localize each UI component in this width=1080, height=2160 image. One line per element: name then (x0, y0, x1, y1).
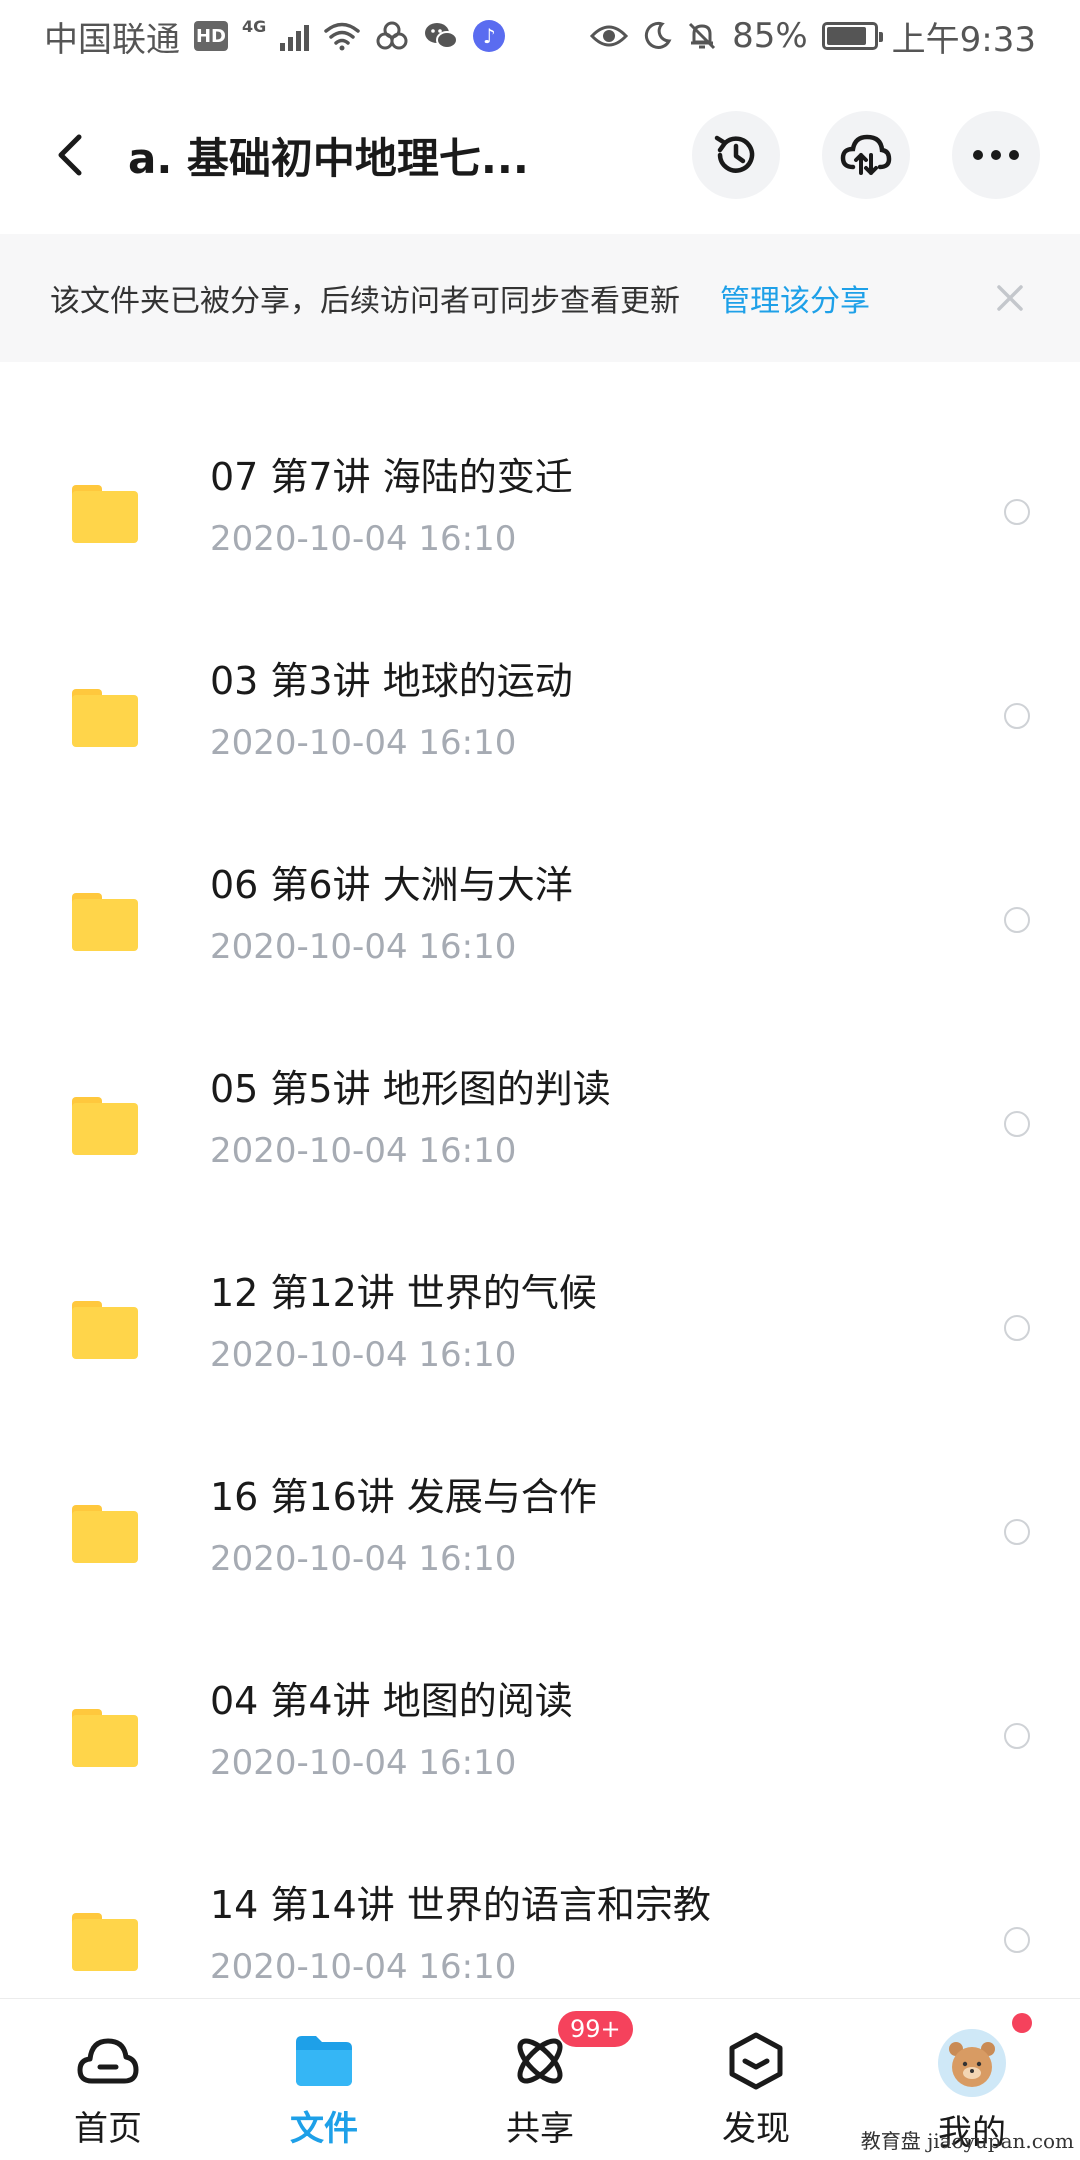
select-checkbox[interactable] (1004, 1315, 1030, 1341)
file-name: 16 第16讲 发展与合作 (210, 1474, 597, 1519)
folder-icon (72, 1505, 138, 1563)
file-row[interactable]: 16 第16讲 发展与合作 2020-10-04 16:10 (0, 1420, 1080, 1624)
file-name: 12 第12讲 世界的气候 (210, 1270, 597, 1315)
file-date: 2020-10-04 16:10 (210, 1334, 517, 1375)
folder-icon (72, 893, 138, 951)
select-checkbox[interactable] (1004, 907, 1030, 933)
cloud-sync-button[interactable] (822, 111, 910, 199)
battery-percent: 85% (732, 16, 808, 56)
nav-share[interactable]: 共享 99+ (432, 1999, 648, 2160)
file-name: 07 第7讲 海陆的变迁 (210, 454, 573, 499)
clock: 上午9:33 (891, 19, 1036, 60)
nav-home[interactable]: 首页 (0, 1999, 216, 2160)
file-list: 07 第7讲 海陆的变迁 2020-10-04 16:10 03 第3讲 地球的运… (0, 400, 1080, 2032)
music-icon: ♪ (473, 20, 506, 52)
wechat-icon (425, 23, 459, 49)
nav-discover[interactable]: 发现 (648, 1999, 864, 2160)
file-name: 05 第5讲 地形图的判读 (210, 1066, 611, 1111)
select-checkbox[interactable] (1004, 1519, 1030, 1545)
history-button[interactable] (692, 111, 780, 199)
nav-share-label: 共享 (506, 2109, 574, 2149)
nav-discover-label: 发现 (722, 2109, 790, 2149)
battery-icon (821, 22, 883, 50)
file-row[interactable]: 03 第3讲 地球的运动 2020-10-04 16:10 (0, 604, 1080, 808)
select-checkbox[interactable] (1004, 1111, 1030, 1137)
select-checkbox[interactable] (1004, 703, 1030, 729)
signal-icon (280, 21, 310, 51)
file-row[interactable]: 04 第4讲 地图的阅读 2020-10-04 16:10 (0, 1624, 1080, 1828)
file-date: 2020-10-04 16:10 (210, 518, 517, 559)
status-bar: 中国联通 HD 4G ♪ 85% 上午9:33 (0, 0, 1080, 72)
files-folder-icon (292, 2029, 356, 2093)
header-actions (692, 111, 1040, 199)
nav-files-label: 文件 (290, 2109, 358, 2149)
file-date: 2020-10-04 16:10 (210, 1946, 517, 1987)
bell-off-icon (689, 22, 716, 50)
share-notice-bar: 该文件夹已被分享，后续访问者可同步查看更新 管理该分享 (0, 234, 1080, 362)
watermark: 教育盘 jiaoyupan.com (860, 2129, 1074, 2153)
file-row[interactable]: 07 第7讲 海陆的变迁 2020-10-04 16:10 (0, 400, 1080, 604)
share-notice-text: 该文件夹已被分享，后续访问者可同步查看更新 (50, 284, 680, 319)
file-name: 06 第6讲 大洲与大洋 (210, 862, 573, 907)
eye-icon (590, 25, 629, 47)
file-date: 2020-10-04 16:10 (210, 722, 517, 763)
file-row[interactable]: 06 第6讲 大洲与大洋 2020-10-04 16:10 (0, 808, 1080, 1012)
folder-icon (72, 1913, 138, 1971)
home-cloud-icon (76, 2029, 140, 2093)
status-left: 中国联通 HD 4G ♪ (44, 12, 506, 61)
file-row[interactable]: 12 第12讲 世界的气候 2020-10-04 16:10 (0, 1216, 1080, 1420)
file-name: 04 第4讲 地图的阅读 (210, 1678, 573, 1723)
close-icon (997, 285, 1023, 311)
avatar (938, 2029, 1006, 2097)
select-checkbox[interactable] (1004, 1927, 1030, 1953)
file-name: 14 第14讲 世界的语言和宗教 (210, 1882, 711, 1927)
moon-icon (644, 21, 672, 49)
notification-dot (1012, 2013, 1032, 2033)
hd-icon: HD (194, 21, 228, 51)
network-type: 4G (242, 16, 267, 36)
back-icon (58, 134, 82, 176)
discover-cube-icon (724, 2029, 788, 2093)
file-date: 2020-10-04 16:10 (210, 1130, 517, 1171)
carrier-label: 中国联通 (44, 19, 180, 60)
link-icon (376, 21, 408, 50)
file-date: 2020-10-04 16:10 (210, 1742, 517, 1783)
wifi-icon (324, 22, 361, 51)
nav-home-label: 首页 (74, 2109, 142, 2149)
folder-icon (72, 1709, 138, 1767)
status-right: 85% 上午9:33 (590, 12, 1036, 61)
file-row[interactable]: 05 第5讲 地形图的判读 2020-10-04 16:10 (0, 1012, 1080, 1216)
more-button[interactable] (952, 111, 1040, 199)
close-notice-button[interactable] (990, 278, 1030, 318)
file-date: 2020-10-04 16:10 (210, 926, 517, 967)
folder-icon (72, 689, 138, 747)
nav-files[interactable]: 文件 (216, 1999, 432, 2160)
folder-icon (72, 1301, 138, 1359)
select-checkbox[interactable] (1004, 499, 1030, 525)
file-name: 03 第3讲 地球的运动 (210, 658, 573, 703)
cloud-sync-icon (840, 134, 892, 175)
back-button[interactable] (40, 125, 100, 185)
more-icon (973, 150, 1019, 160)
bottom-nav: 首页 文件 共享 99+ 发现 我的 教育盘 jiaoyupan.com (0, 1998, 1080, 2160)
page-title: a. 基础初中地理七... (128, 133, 529, 183)
folder-icon (72, 485, 138, 543)
top-header: a. 基础初中地理七... (0, 100, 1080, 210)
manage-share-link[interactable]: 管理该分享 (720, 276, 870, 320)
share-count-badge: 99+ (558, 2011, 633, 2047)
folder-icon (72, 1097, 138, 1155)
history-icon (714, 135, 755, 173)
file-date: 2020-10-04 16:10 (210, 1538, 517, 1579)
select-checkbox[interactable] (1004, 1723, 1030, 1749)
